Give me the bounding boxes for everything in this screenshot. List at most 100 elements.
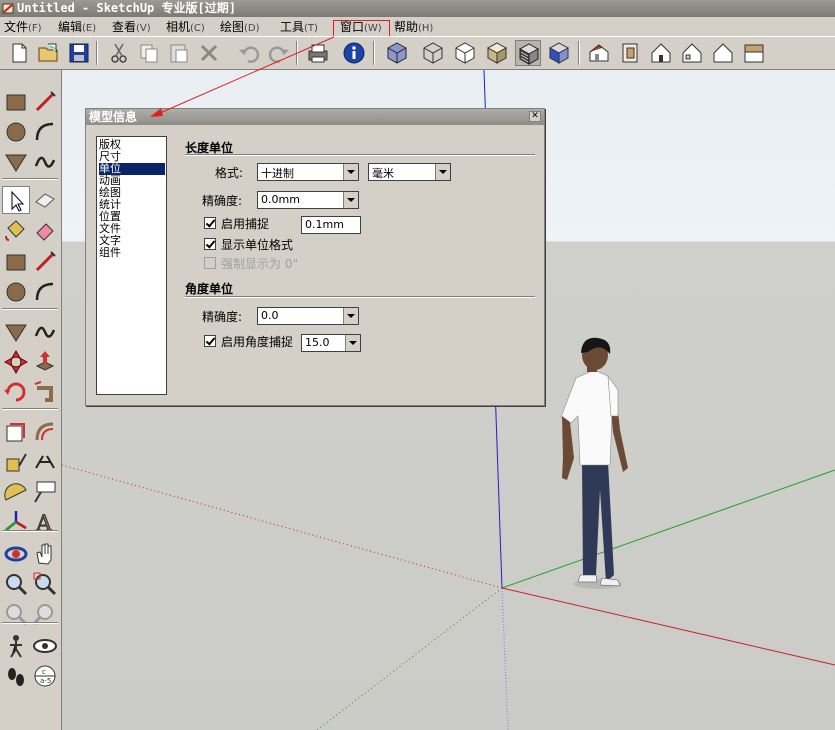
chevron-down-icon[interactable] bbox=[435, 164, 450, 180]
category-item[interactable]: 组件 bbox=[99, 247, 165, 259]
enable-length-snap-checkbox[interactable] bbox=[204, 217, 216, 229]
chevron-down-icon[interactable] bbox=[343, 164, 358, 180]
display-units-format-checkbox[interactable] bbox=[204, 238, 216, 250]
circle-icon[interactable] bbox=[2, 118, 30, 146]
print-icon[interactable] bbox=[305, 40, 331, 66]
menu-file[interactable]: 文件(F) bbox=[4, 19, 42, 35]
shaded-texture-icon[interactable] bbox=[515, 40, 541, 66]
chevron-down-icon[interactable] bbox=[343, 192, 358, 208]
copy-icon[interactable] bbox=[136, 40, 162, 66]
length-snap-input[interactable]: 0.1mm bbox=[301, 216, 361, 234]
eraser-icon[interactable] bbox=[31, 216, 59, 244]
angle-precision-value: 0.0 bbox=[261, 309, 279, 322]
length-snap-value: 0.1mm bbox=[305, 218, 344, 231]
dimension-icon[interactable] bbox=[31, 448, 59, 476]
enable-length-snap-label: 启用捕捉 bbox=[221, 217, 270, 231]
front-view-icon[interactable] bbox=[648, 40, 674, 66]
category-list[interactable]: 版权 尺寸 单位 动画 绘图 统计 位置 文件 文字 组件 bbox=[96, 136, 167, 395]
unit-select[interactable]: 毫米 bbox=[368, 163, 451, 181]
protractor-icon[interactable] bbox=[2, 478, 30, 506]
polygon-icon[interactable] bbox=[2, 148, 30, 176]
iso-view-icon[interactable] bbox=[586, 40, 612, 66]
wireframe-icon[interactable] bbox=[420, 40, 446, 66]
rectangle-icon[interactable] bbox=[2, 248, 30, 276]
orbit-icon[interactable] bbox=[2, 540, 30, 568]
text-icon[interactable] bbox=[31, 478, 59, 506]
polygon-icon[interactable] bbox=[2, 318, 30, 346]
tape-measure-icon[interactable] bbox=[2, 448, 30, 476]
tool-palette: Ac a-5 bbox=[0, 70, 62, 730]
top-view-icon[interactable] bbox=[617, 40, 643, 66]
menu-help[interactable]: 帮助(H) bbox=[394, 19, 433, 35]
arc-icon[interactable] bbox=[31, 118, 59, 146]
close-icon[interactable]: ✕ bbox=[529, 111, 541, 122]
model-info-dialog: 模型信息 ✕ 版权 尺寸 单位 动画 绘图 统计 位置 文件 文字 组件 长度单位 格式: 十进制… bbox=[85, 108, 545, 406]
save-icon[interactable] bbox=[66, 40, 92, 66]
rectangle-icon[interactable] bbox=[2, 88, 30, 116]
angle-units-title: 角度单位 bbox=[185, 282, 234, 296]
green-axis bbox=[501, 469, 835, 589]
scale-icon[interactable] bbox=[2, 418, 30, 446]
rotate-icon[interactable] bbox=[2, 378, 30, 406]
line-icon[interactable] bbox=[31, 88, 59, 116]
pan-icon[interactable] bbox=[31, 540, 59, 568]
make-component-icon[interactable] bbox=[31, 186, 59, 214]
arc-icon[interactable] bbox=[31, 278, 59, 306]
undo-icon[interactable] bbox=[236, 40, 262, 66]
push-pull-icon[interactable] bbox=[31, 348, 59, 376]
follow-me-icon[interactable] bbox=[31, 378, 59, 406]
format-select[interactable]: 十进制 bbox=[257, 163, 359, 181]
enable-angle-snap-checkbox[interactable] bbox=[204, 335, 216, 347]
offset-icon[interactable] bbox=[31, 418, 59, 446]
dialog-title-bar[interactable]: 模型信息 ✕ bbox=[86, 109, 544, 125]
erase-icon[interactable] bbox=[196, 40, 222, 66]
right-view-icon[interactable] bbox=[679, 40, 705, 66]
move-icon[interactable] bbox=[2, 348, 30, 376]
menu-tools[interactable]: 工具(T) bbox=[280, 19, 318, 35]
back-view-icon[interactable] bbox=[710, 40, 736, 66]
hidden-line-icon[interactable] bbox=[452, 40, 478, 66]
line-icon[interactable] bbox=[31, 248, 59, 276]
enable-angle-snap-label: 启用角度捕捉 bbox=[221, 335, 294, 349]
angle-precision-label: 精确度: bbox=[202, 310, 243, 324]
freehand-icon[interactable] bbox=[31, 148, 59, 176]
paint-bucket-icon[interactable] bbox=[2, 216, 30, 244]
cut-icon[interactable] bbox=[106, 40, 132, 66]
format-label: 格式: bbox=[215, 166, 244, 180]
blue-axis-hidden bbox=[501, 587, 509, 730]
menu-view[interactable]: 查看(V) bbox=[112, 19, 151, 35]
length-precision-select[interactable]: 0.0mm bbox=[257, 191, 359, 209]
toolbar-separator bbox=[578, 41, 580, 65]
menu-edit[interactable]: 编辑(E) bbox=[58, 19, 96, 35]
dialog-title: 模型信息 bbox=[89, 110, 138, 124]
freehand-icon[interactable] bbox=[31, 318, 59, 346]
angle-snap-select[interactable]: 15.0 bbox=[301, 334, 361, 352]
left-view-icon[interactable] bbox=[741, 40, 767, 66]
select-icon[interactable] bbox=[2, 186, 30, 214]
look-around-icon[interactable] bbox=[31, 632, 59, 660]
menu-camera[interactable]: 相机(C) bbox=[166, 19, 205, 35]
open-file-icon[interactable] bbox=[36, 40, 62, 66]
new-file-icon[interactable] bbox=[6, 40, 32, 66]
redo-icon[interactable] bbox=[266, 40, 292, 66]
zoom-window-icon[interactable] bbox=[31, 570, 59, 598]
chevron-down-icon[interactable] bbox=[345, 335, 360, 351]
palette-separator bbox=[2, 308, 58, 310]
monochrome-icon[interactable] bbox=[546, 40, 572, 66]
xray-icon[interactable] bbox=[384, 40, 410, 66]
sketchup-app-icon bbox=[2, 3, 14, 14]
section-divider bbox=[185, 154, 535, 156]
section-plane-icon[interactable]: c a-5 bbox=[31, 662, 59, 690]
red-axis-hidden bbox=[62, 464, 503, 589]
model-info-icon[interactable] bbox=[341, 40, 367, 66]
walk-icon[interactable] bbox=[2, 632, 30, 660]
shaded-icon[interactable] bbox=[484, 40, 510, 66]
length-precision-value: 0.0mm bbox=[261, 193, 300, 206]
angle-precision-select[interactable]: 0.0 bbox=[257, 307, 359, 325]
paste-icon[interactable] bbox=[166, 40, 192, 66]
position-camera-icon[interactable] bbox=[2, 662, 30, 690]
zoom-icon[interactable] bbox=[2, 570, 30, 598]
chevron-down-icon[interactable] bbox=[343, 308, 358, 324]
menu-draw[interactable]: 绘图(D) bbox=[220, 19, 260, 35]
circle-icon[interactable] bbox=[2, 278, 30, 306]
